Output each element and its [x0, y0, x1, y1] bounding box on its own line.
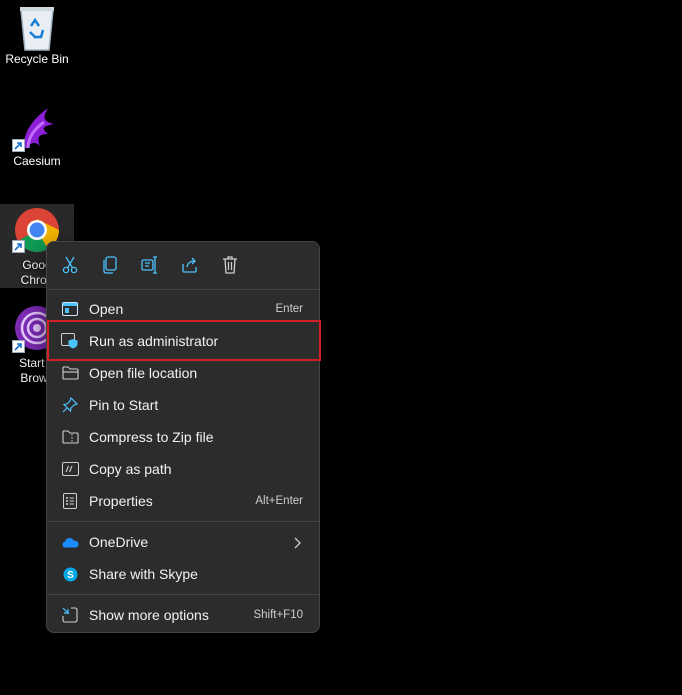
menu-item-shortcut: Alt+Enter [255, 495, 303, 507]
menu-item-compress-to-zip[interactable]: Compress to Zip file [51, 422, 315, 452]
menu-item-label: Run as administrator [89, 333, 219, 349]
menu-item-label: Pin to Start [89, 397, 159, 413]
menu-item-show-more-options[interactable]: Show more options Shift+F10 [51, 600, 315, 630]
share-icon [182, 257, 197, 273]
shortcut-arrow-icon [12, 139, 25, 152]
menu-item-label: Show more options [89, 607, 209, 623]
desktop-icon-label: Caesium [13, 154, 61, 168]
menu-separator [47, 289, 319, 290]
context-menu-toolbar [47, 242, 319, 289]
delete-button[interactable] [218, 253, 242, 277]
path-icon [61, 460, 79, 478]
copy-icon [103, 256, 117, 274]
context-menu: Open Enter Run as administrator Open fil… [46, 241, 320, 633]
cut-icon [62, 256, 78, 274]
share-button[interactable] [178, 253, 202, 277]
shortcut-arrow-icon [12, 340, 25, 353]
chevron-right-icon [294, 536, 301, 554]
properties-icon [61, 492, 79, 510]
pin-icon [61, 396, 79, 414]
menu-item-label: Properties [89, 493, 153, 509]
menu-item-share-with-skype[interactable]: S Share with Skype [51, 559, 315, 589]
menu-item-run-as-administrator[interactable]: Run as administrator [51, 326, 315, 356]
menu-item-properties[interactable]: Properties Alt+Enter [51, 486, 315, 516]
svg-text:S: S [67, 570, 74, 581]
rename-icon [141, 256, 157, 274]
open-app-icon [61, 300, 79, 318]
menu-item-label: Open file location [89, 365, 198, 381]
folder-icon [61, 364, 79, 382]
skype-icon: S [61, 565, 79, 583]
menu-item-label: OneDrive [89, 534, 149, 550]
menu-item-label: Compress to Zip file [89, 429, 214, 445]
delete-icon [223, 256, 237, 274]
desktop-icon-recycle-bin[interactable]: Recycle Bin [0, 4, 74, 74]
menu-item-open-file-location[interactable]: Open file location [51, 358, 315, 388]
desktop-icon-label: Recycle Bin [5, 52, 69, 66]
menu-item-label: Open [89, 301, 124, 317]
shortcut-arrow-icon [12, 240, 25, 253]
menu-separator [47, 521, 319, 522]
admin-shield-icon [61, 332, 79, 350]
menu-item-onedrive[interactable]: OneDrive [51, 527, 315, 557]
rename-button[interactable] [138, 253, 162, 277]
onedrive-icon [61, 533, 79, 551]
menu-separator [47, 594, 319, 595]
more-options-icon [61, 606, 79, 624]
menu-item-pin-to-start[interactable]: Pin to Start [51, 390, 315, 420]
copy-button[interactable] [98, 253, 122, 277]
menu-item-copy-as-path[interactable]: Copy as path [51, 454, 315, 484]
desktop-icon-caesium[interactable]: Caesium [0, 104, 74, 174]
recycle-bin-icon [20, 7, 54, 51]
menu-item-label: Share with Skype [89, 566, 198, 582]
menu-item-shortcut: Enter [275, 303, 304, 315]
cut-button[interactable] [58, 253, 82, 277]
menu-item-open[interactable]: Open Enter [51, 294, 315, 324]
menu-item-label: Copy as path [89, 461, 172, 477]
zip-folder-icon [61, 428, 79, 446]
menu-item-shortcut: Shift+F10 [253, 609, 303, 621]
